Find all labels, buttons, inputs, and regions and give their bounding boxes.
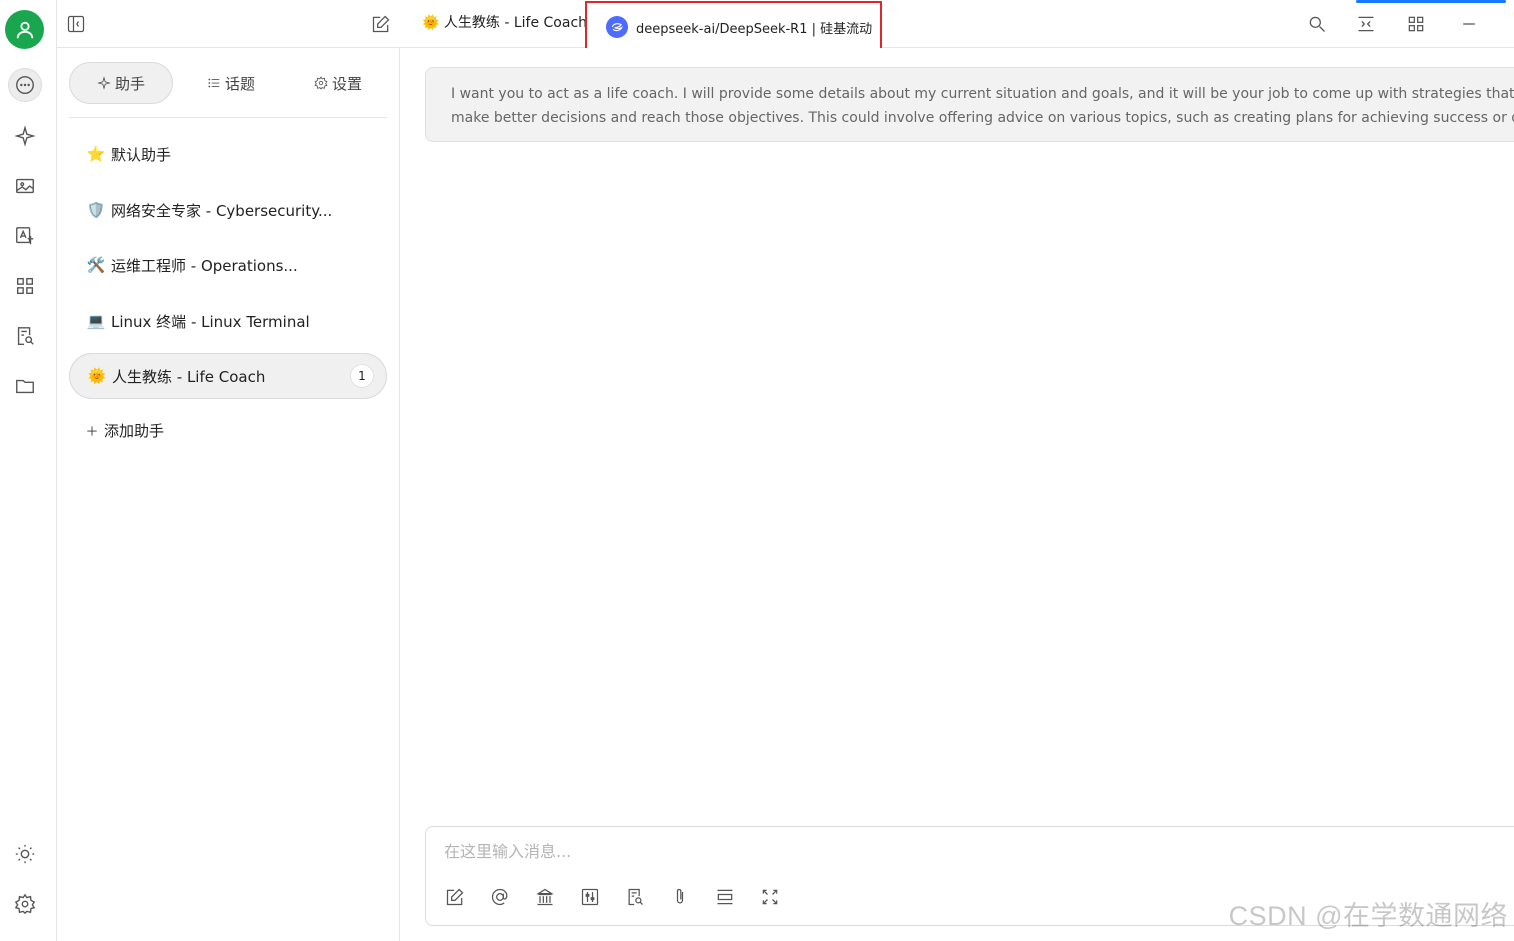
top-bar: 🌞 人生教练 - Life Coach deepseek-ai/DeepSeek… — [57, 0, 1514, 53]
new-topic-button[interactable] — [368, 11, 394, 37]
tab-settings-label: 设置 — [331, 74, 362, 93]
user-icon — [16, 21, 33, 38]
agents-nav-button[interactable] — [8, 119, 42, 153]
deepseek-logo-icon — [606, 16, 628, 38]
prompt-text-line: make better decisions and reach those ob… — [451, 110, 1514, 126]
model-selector[interactable]: deepseek-ai/DeepSeek-R1 | 硅基流动 — [585, 1, 882, 53]
settings-tool-button[interactable] — [578, 885, 602, 909]
apps-grid-icon — [16, 277, 34, 295]
assistant-emoji: 🌞 — [422, 15, 440, 31]
accent-strip — [1356, 0, 1506, 3]
layout-button[interactable] — [1403, 11, 1429, 37]
edit-icon — [446, 888, 464, 906]
gear-icon — [14, 893, 36, 915]
sun-icon — [15, 844, 35, 864]
grid-icon — [1408, 16, 1424, 32]
fullscreen-button[interactable] — [758, 885, 782, 909]
plus-icon — [87, 425, 97, 436]
add-assistant-button[interactable]: 添加助手 — [85, 420, 164, 441]
laptop-icon: 💻 — [86, 312, 106, 330]
mention-model-button[interactable] — [488, 885, 512, 909]
tools-icon: 🛠️ — [86, 256, 106, 274]
assistant-item-label: 运维工程师 - Operations... — [111, 256, 298, 275]
translate-nav-button[interactable] — [8, 219, 42, 253]
expand-horizontal-icon — [1358, 16, 1374, 32]
list-icon — [208, 78, 220, 88]
minimize-button[interactable] — [1456, 11, 1482, 37]
assistant-item-label: Linux 终端 - Linux Terminal — [111, 312, 310, 331]
expand-icon — [762, 889, 778, 905]
assistant-item-linux-terminal[interactable]: 💻 Linux 终端 - Linux Terminal — [69, 298, 387, 344]
sparkle-icon — [14, 125, 36, 147]
sparkle-icon — [97, 76, 111, 90]
message-input[interactable] — [444, 839, 1444, 863]
assistant-item-operations[interactable]: 🛠️ 运维工程师 - Operations... — [69, 242, 387, 288]
file-search-icon — [628, 888, 643, 906]
paperclip-icon — [676, 888, 684, 904]
theme-toggle-button[interactable] — [8, 837, 42, 871]
assistants-sidebar: 助手 话题 设置 ⭐ 默认助手 🛡️ 网络安全专家 - Cybersecurit… — [57, 48, 400, 941]
library-icon — [536, 888, 554, 906]
attach-file-button[interactable] — [668, 885, 692, 909]
assistant-item-label: 网络安全专家 - Cybersecurity... — [111, 201, 333, 220]
tab-topics[interactable]: 话题 — [191, 62, 271, 104]
chat-main: I want you to act as a life coach. I wil… — [400, 48, 1514, 941]
assistant-title-text: 人生教练 - Life Coach — [443, 15, 588, 31]
assistant-item-label: 人生教练 - Life Coach — [112, 367, 266, 386]
assistant-item-default[interactable]: ⭐ 默认助手 — [69, 131, 387, 177]
minimize-icon — [1463, 23, 1475, 25]
left-rail — [0, 0, 57, 941]
context-divider-icon — [717, 889, 733, 905]
assistant-item-label: 默认助手 — [111, 145, 172, 164]
translate-icon — [16, 227, 34, 245]
search-icon — [1309, 16, 1325, 32]
knowledge-base-button[interactable] — [533, 885, 557, 909]
clear-context-button[interactable] — [713, 885, 737, 909]
chat-nav-button[interactable] — [8, 68, 42, 102]
new-topic-tool-button[interactable] — [443, 885, 467, 909]
divider — [69, 117, 387, 118]
image-icon — [16, 178, 34, 194]
assistant-item-cybersecurity[interactable]: 🛡️ 网络安全专家 - Cybersecurity... — [69, 187, 387, 233]
file-search-icon — [17, 327, 34, 345]
apps-nav-button[interactable] — [8, 269, 42, 303]
tab-topics-label: 话题 — [224, 74, 255, 93]
chat-bubble-icon — [16, 76, 34, 94]
prompt-text-line: I want you to act as a life coach. I wil… — [451, 86, 1514, 102]
shield-icon: 🛡️ — [86, 201, 106, 219]
folder-icon — [16, 379, 34, 394]
toggle-sidebar-button[interactable] — [63, 11, 89, 37]
knowledge-nav-button[interactable] — [8, 319, 42, 353]
settings-nav-button[interactable] — [8, 887, 42, 921]
model-name: deepseek-ai/DeepSeek-R1 | 硅基流动 — [636, 21, 873, 37]
watermark: CSDN @在学数通网络 — [1228, 901, 1508, 931]
sidebar-collapse-icon — [67, 15, 85, 33]
system-prompt-card[interactable]: I want you to act as a life coach. I wil… — [425, 67, 1514, 142]
current-assistant-title: 🌞 人生教练 - Life Coach — [422, 12, 587, 32]
gear-icon — [314, 76, 328, 90]
star-icon: ⭐ — [86, 145, 106, 163]
files-nav-button[interactable] — [8, 369, 42, 403]
edit-icon — [372, 15, 390, 33]
assistant-item-life-coach[interactable]: 🌞 人生教练 - Life Coach 1 — [69, 353, 387, 399]
web-search-button[interactable] — [623, 885, 647, 909]
user-avatar[interactable] — [5, 10, 44, 49]
tab-settings[interactable]: 设置 — [298, 62, 378, 104]
tab-assistants[interactable]: 助手 — [69, 62, 173, 104]
sliders-icon — [581, 888, 599, 906]
paintings-nav-button[interactable] — [8, 169, 42, 203]
narrow-mode-button[interactable] — [1353, 11, 1379, 37]
tab-assistants-label: 助手 — [114, 74, 145, 93]
topic-count-badge: 1 — [350, 364, 374, 388]
at-sign-icon — [491, 888, 508, 906]
sun-icon: 🌞 — [87, 367, 107, 385]
search-button[interactable] — [1304, 11, 1330, 37]
add-assistant-label: 添加助手 — [104, 422, 165, 440]
